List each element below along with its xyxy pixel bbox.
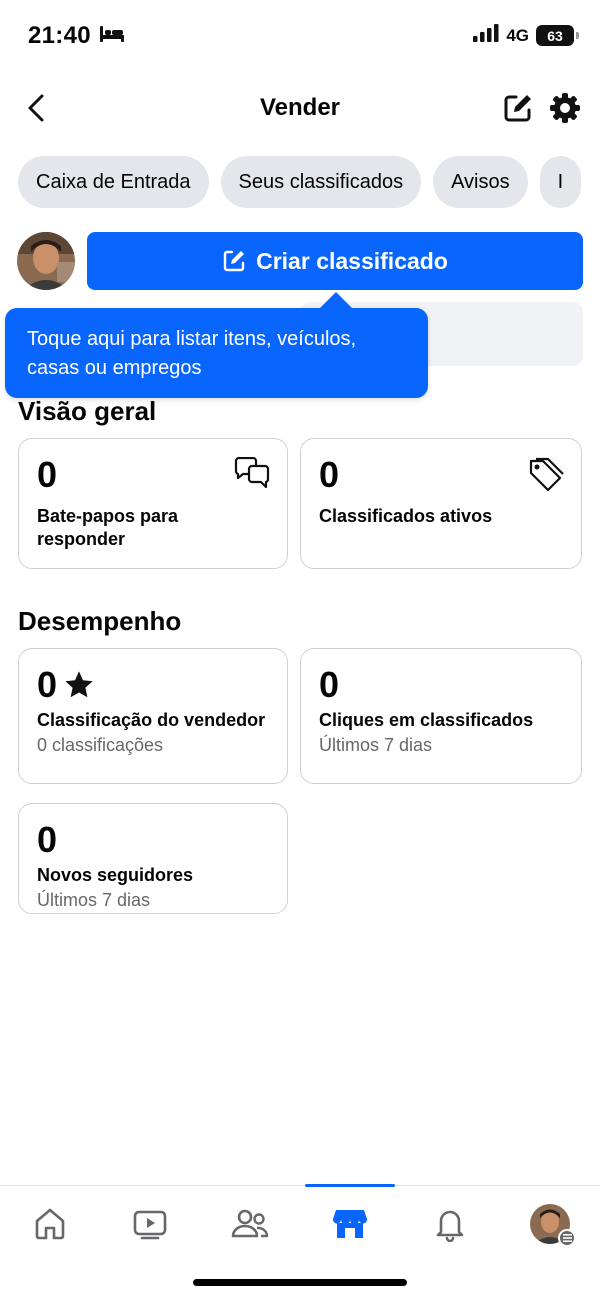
seller-rating-count: 0 classificações <box>37 735 164 755</box>
nav-video[interactable] <box>125 1202 175 1246</box>
status-bar: 21:40 4G 63 <box>0 0 600 72</box>
status-time-group: 21:40 <box>28 22 125 50</box>
listing-clicks-value: 0 <box>319 664 340 705</box>
listing-clicks-period: Últimos 7 dias <box>319 735 433 755</box>
tab-your-listings[interactable]: Seus classificados <box>220 156 422 208</box>
listing-clicks-card[interactable]: 0 Cliques em classificados Últimos 7 dia… <box>300 648 582 784</box>
chats-label: Bate-papos para responder <box>37 506 179 549</box>
bed-icon <box>99 22 125 50</box>
settings-button[interactable] <box>547 90 583 126</box>
tooltip-text: Toque aqui para listar itens, veículos, … <box>27 328 357 379</box>
new-followers-card[interactable]: 0 Novos seguidores Últimos 7 dias <box>18 803 288 914</box>
tooltip[interactable]: Toque aqui para listar itens, veículos, … <box>5 308 428 398</box>
seller-rating-card[interactable]: 0 Classificação do vendedor 0 classifica… <box>18 648 288 784</box>
home-indicator <box>193 1279 407 1286</box>
nav-notifications[interactable] <box>425 1202 475 1246</box>
bottom-nav <box>0 1184 600 1261</box>
signal-icon <box>473 24 499 47</box>
new-followers-value: 0 <box>37 819 58 860</box>
tab-alerts[interactable]: Avisos <box>433 156 528 208</box>
edit-icon <box>223 250 245 272</box>
header: Vender <box>0 80 600 136</box>
seller-rating-label: Classificação do vendedor <box>37 710 266 730</box>
new-followers-period: Últimos 7 dias <box>37 890 151 910</box>
battery-level: 63 <box>547 27 563 44</box>
network-label: 4G <box>506 25 529 45</box>
gear-icon <box>550 93 580 123</box>
active-listings-label: Classificados ativos <box>319 506 493 526</box>
chat-bubbles-icon <box>233 456 271 496</box>
tab-inbox[interactable]: Caixa de Entrada <box>18 156 209 208</box>
marketplace-icon <box>332 1210 368 1238</box>
tab-bar: Caixa de Entrada Seus classificados Avisos… <box>18 156 600 210</box>
video-icon <box>133 1210 167 1240</box>
listing-clicks-label: Cliques em classificados <box>319 710 534 730</box>
battery-icon: 63 <box>536 25 579 46</box>
overview-title: Visão geral <box>18 396 157 426</box>
seller-rating-value-row: 0 <box>37 665 269 705</box>
avatar[interactable] <box>17 232 75 290</box>
new-followers-label: Novos seguidores <box>37 865 194 885</box>
home-icon <box>35 1208 65 1240</box>
status-right: 4G 63 <box>473 24 579 47</box>
create-listing-label: Criar classificado <box>256 247 448 274</box>
nav-marketplace[interactable] <box>325 1202 375 1246</box>
compose-button[interactable] <box>500 90 536 126</box>
nav-home[interactable] <box>25 1202 75 1246</box>
tab-more[interactable]: I <box>539 156 582 208</box>
notifications-icon <box>436 1210 464 1242</box>
star-icon <box>65 671 93 698</box>
nav-friends[interactable] <box>225 1202 275 1246</box>
price-tag-icon <box>527 457 565 496</box>
friends-icon <box>231 1209 269 1238</box>
seller-rating-value: 0 <box>37 664 58 705</box>
active-listings-card[interactable]: 0 Classificados ativos <box>300 438 582 569</box>
active-tab-indicator <box>305 1184 395 1187</box>
edit-icon <box>504 95 531 122</box>
nav-profile[interactable] <box>525 1202 576 1247</box>
status-time: 21:40 <box>28 22 91 49</box>
create-listing-button[interactable]: Criar classificado <box>87 232 583 290</box>
menu-badge-icon <box>558 1229 576 1247</box>
chats-card[interactable]: 0 Bate-papos para responder <box>18 438 288 569</box>
performance-title: Desempenho <box>18 606 182 636</box>
